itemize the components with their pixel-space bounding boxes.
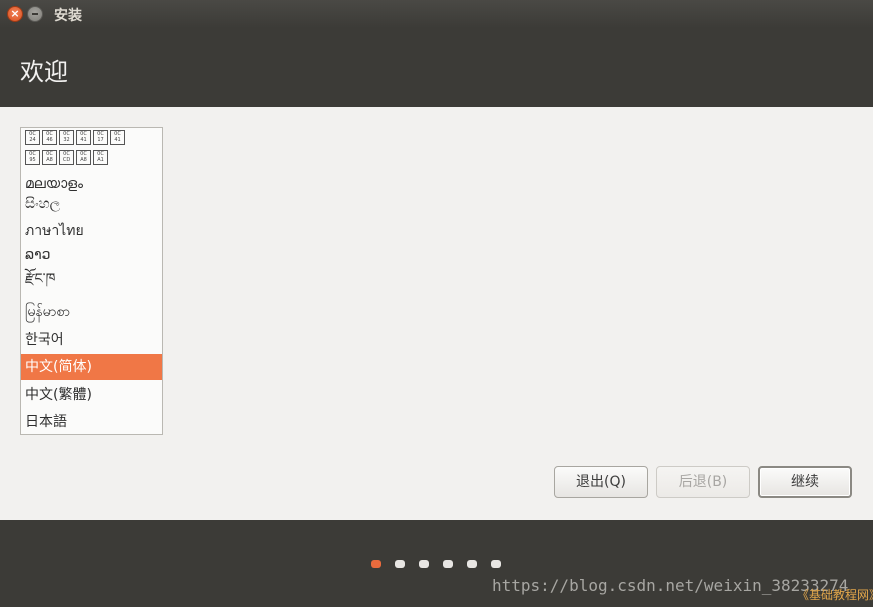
title-bar: × 安装 [0, 0, 873, 28]
main-content: 0C 240C 460C 320C 410C 170C 41 0C 950C A80C CD0C A… [0, 107, 873, 520]
language-item-dzongkha[interactable]: རྫོང་ཁ [21, 267, 162, 291]
progress-dot-4 [443, 560, 453, 568]
language-item-chinese-simplified[interactable]: 中文(简体) [21, 354, 162, 380]
language-item-chinese-traditional[interactable]: 中文(繁體) [21, 382, 162, 408]
language-item-kannada[interactable]: 0C 950C A80C CD0C A80C A1 [21, 150, 162, 170]
language-item-korean[interactable]: 한국어 [21, 327, 162, 353]
language-item-sinhala[interactable]: සිංහල [21, 193, 162, 215]
close-icon[interactable]: × [7, 6, 23, 22]
minimize-icon[interactable] [27, 6, 43, 22]
page-header: 欢迎 [0, 28, 873, 107]
quit-button[interactable]: 退出(Q) [554, 466, 648, 498]
language-item-burmese[interactable]: မြန်မာစာ [21, 299, 162, 325]
language-list[interactable]: 0C 240C 460C 320C 410C 170C 41 0C 950C A80C CD0C A… [20, 127, 163, 435]
progress-dot-6 [491, 560, 501, 568]
progress-dot-2 [395, 560, 405, 568]
progress-dot-5 [467, 560, 477, 568]
page-title: 欢迎 [20, 58, 68, 86]
back-button[interactable]: 后退(B) [656, 466, 750, 498]
language-item-japanese[interactable]: 日本語 [21, 409, 162, 434]
watermark-url: https://blog.csdn.net/weixin_38233274 [492, 576, 849, 595]
language-item-malayalam[interactable]: മലയാളം [21, 173, 162, 195]
continue-button[interactable]: 继续 [758, 466, 852, 498]
progress-dot-3 [419, 560, 429, 568]
language-item-thai[interactable]: ภาษาไทย [21, 219, 162, 243]
footer: https://blog.csdn.net/weixin_38233274 《基… [0, 520, 873, 607]
window-title: 安装 [54, 8, 82, 24]
language-item-telugu[interactable]: 0C 240C 460C 320C 410C 170C 41 [21, 130, 162, 148]
language-item-lao[interactable]: ລາວ [21, 243, 162, 267]
progress-dot-1 [371, 560, 381, 568]
watermark-site: 《基础教程网》 [797, 588, 873, 602]
